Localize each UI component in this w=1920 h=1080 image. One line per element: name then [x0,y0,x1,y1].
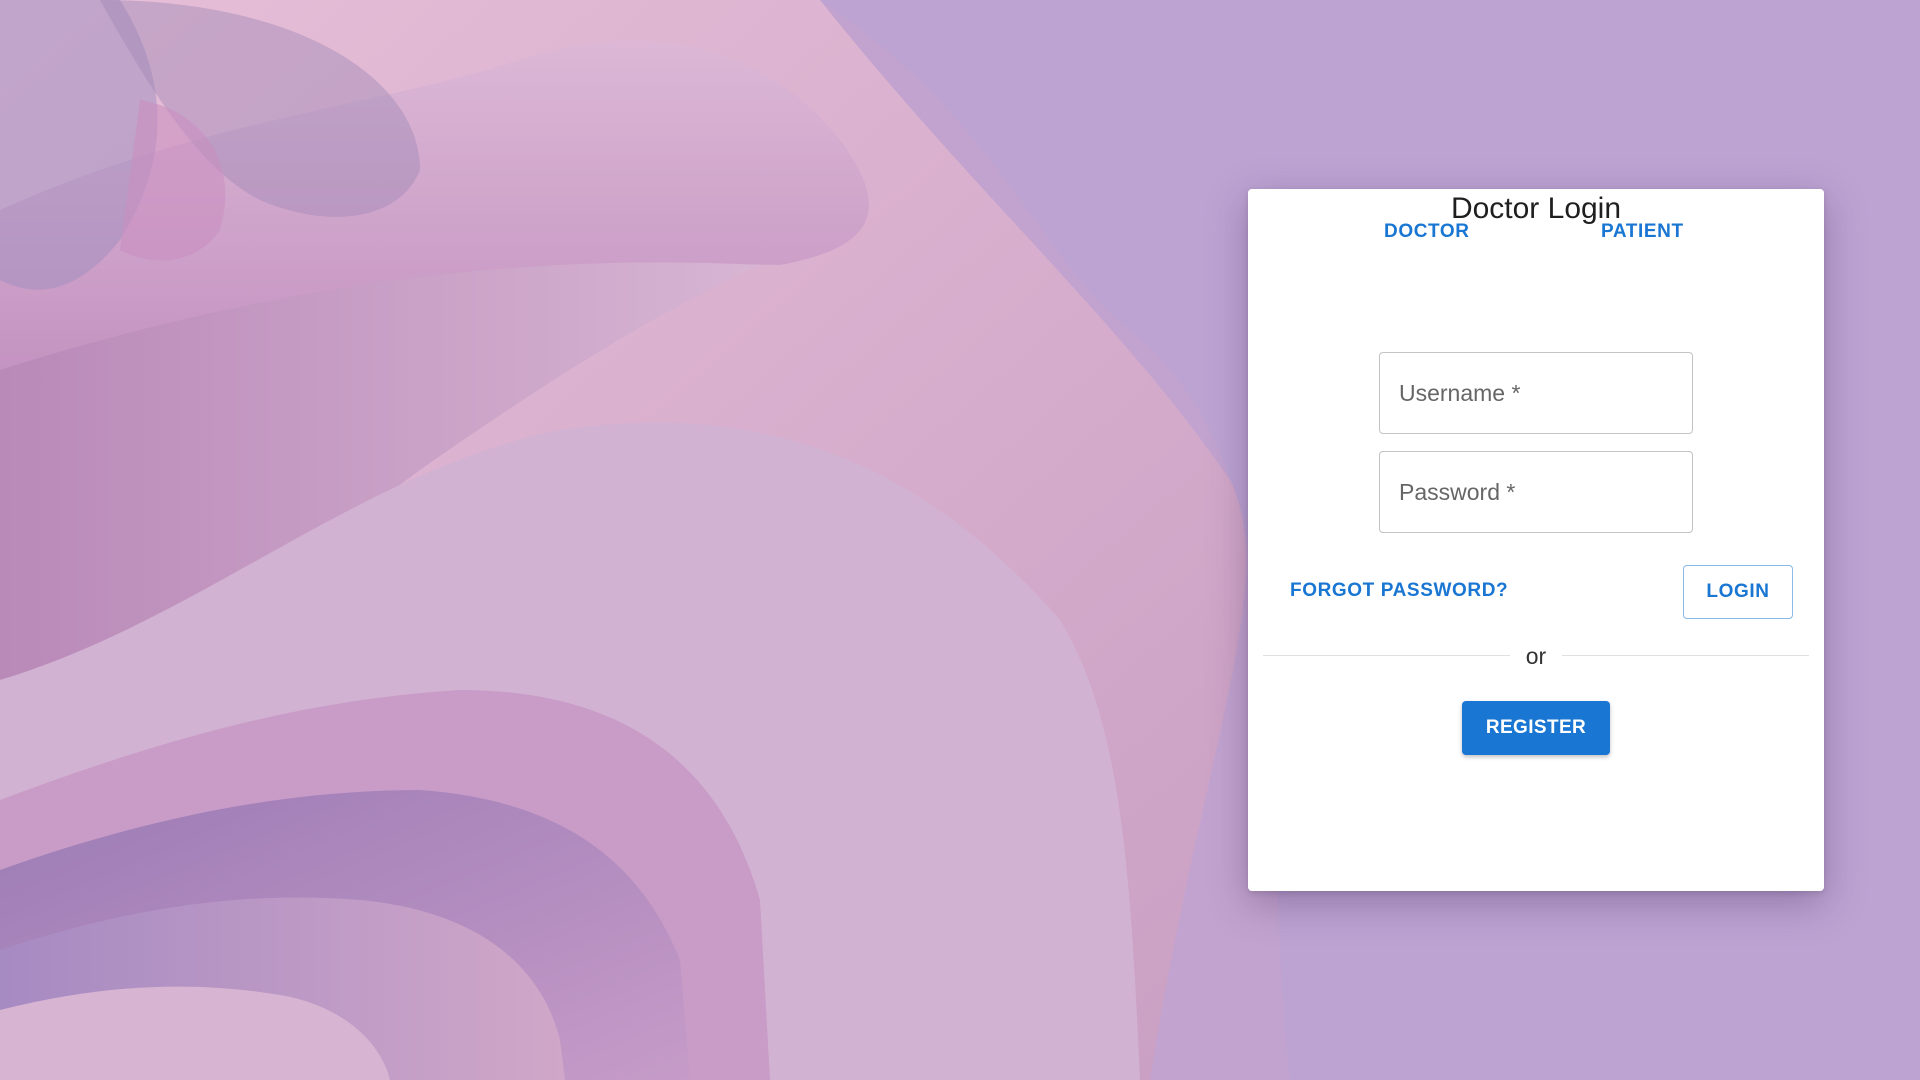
forgot-password-link[interactable]: FORGOT PASSWORD? [1290,580,1508,602]
login-page: DOCTOR PATIENT Doctor Login FORGOT PASSW… [0,0,1920,1080]
page-title: Doctor Login [1450,192,1622,225]
username-input[interactable] [1380,353,1692,433]
divider-text: or [1525,643,1547,669]
divider-line-right [1562,655,1809,656]
password-input[interactable] [1380,452,1692,532]
username-field[interactable] [1379,352,1693,434]
register-button[interactable]: REGISTER [1462,701,1610,755]
login-card: DOCTOR PATIENT Doctor Login FORGOT PASSW… [1248,189,1824,891]
login-button[interactable]: LOGIN [1683,565,1793,619]
password-field[interactable] [1379,451,1693,533]
or-divider: or [1263,641,1809,671]
